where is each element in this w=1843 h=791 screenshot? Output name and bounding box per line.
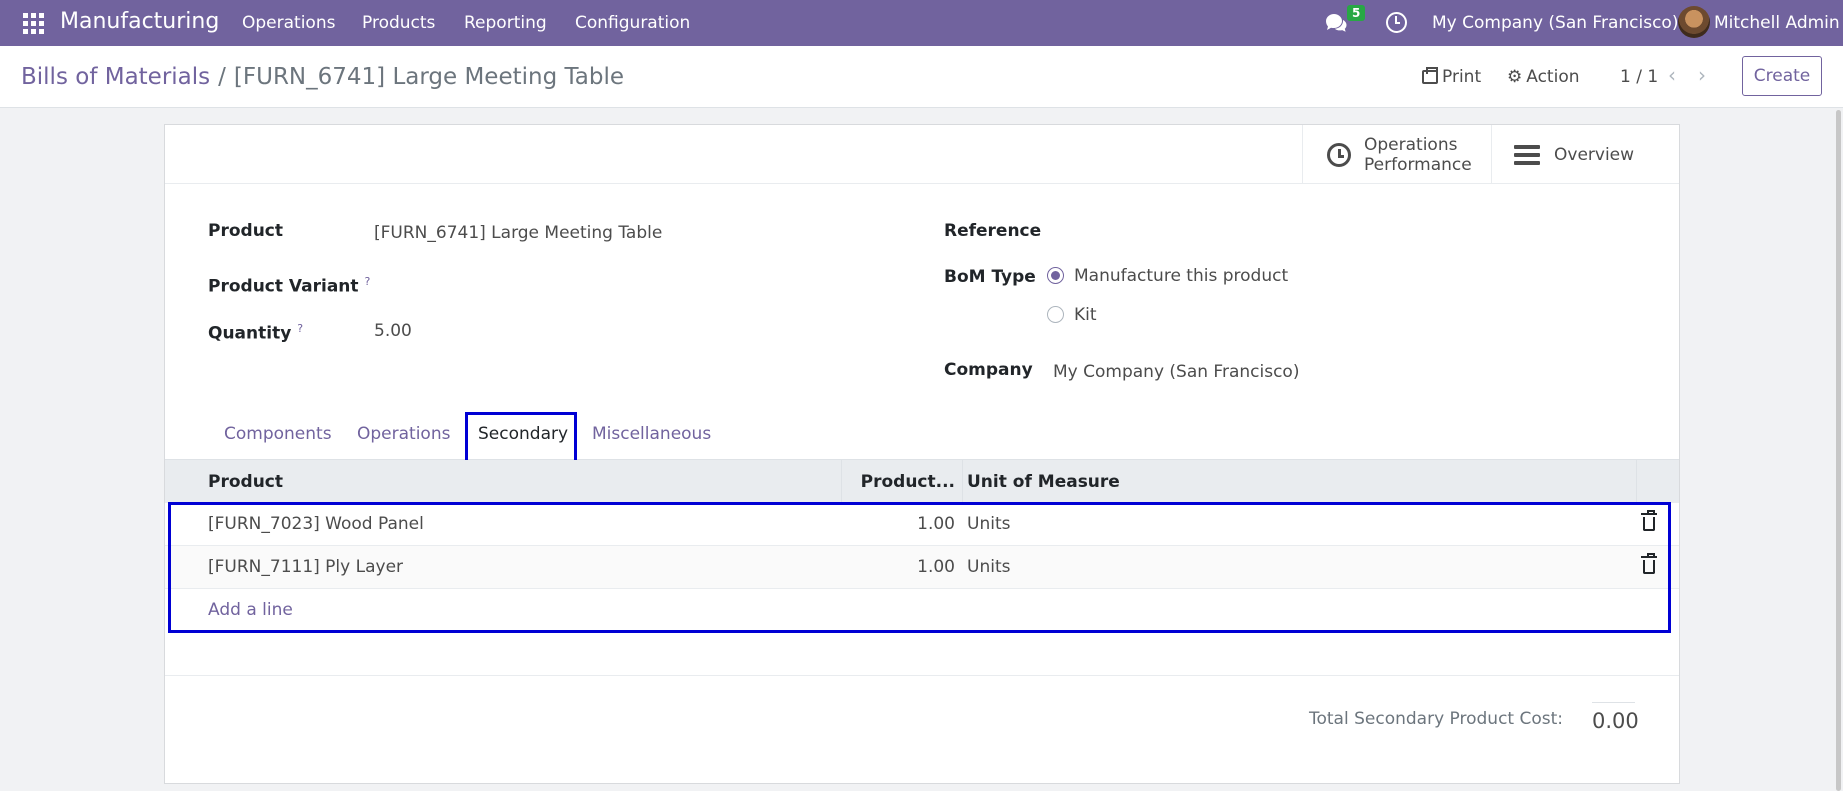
operations-performance-button[interactable]: Operations Performance — [1302, 125, 1491, 183]
menu-operations[interactable]: Operations — [242, 12, 335, 34]
overview-button[interactable]: Overview — [1491, 125, 1679, 183]
product-variant-field[interactable] — [374, 271, 874, 293]
column-header-uom[interactable]: Unit of Measure — [967, 471, 1120, 493]
bom-type-kit-radio[interactable] — [1047, 306, 1064, 323]
reference-label: Reference — [944, 221, 1042, 241]
total-cost-label: Total Secondary Product Cost: — [1309, 709, 1564, 729]
print-button[interactable]: Print — [1422, 66, 1481, 88]
control-panel: Bills of Materials / [FURN_6741] Large Mee… — [0, 46, 1843, 108]
active-tab-highlight — [465, 412, 577, 464]
print-label: Print — [1442, 67, 1482, 87]
help-icon[interactable]: ? — [297, 322, 303, 335]
tab-operations[interactable]: Operations — [357, 422, 450, 446]
chevron-left-icon[interactable]: ‹ — [1668, 64, 1676, 86]
gear-icon: ⚙ — [1507, 66, 1523, 87]
chevron-right-icon[interactable]: › — [1698, 64, 1706, 86]
breadcrumb-bills-of-materials[interactable]: Bills of Materials — [21, 64, 210, 90]
breadcrumb: Bills of Materials / [FURN_6741] Large Mee… — [21, 62, 624, 92]
bom-type-manufacture-radio[interactable] — [1047, 267, 1064, 284]
menu-products[interactable]: Products — [362, 12, 435, 34]
product-label: Product — [208, 221, 283, 241]
tab-components[interactable]: Components — [224, 422, 332, 446]
tab-miscellaneous[interactable]: Miscellaneous — [592, 422, 711, 446]
company-switcher[interactable]: My Company (San Francisco) — [1432, 12, 1678, 34]
scrollbar[interactable] — [1836, 110, 1841, 791]
menu-reporting[interactable]: Reporting — [464, 12, 547, 34]
menu-configuration[interactable]: Configuration — [575, 12, 690, 34]
user-menu[interactable]: Mitchell Admin — [1714, 12, 1840, 34]
company-field[interactable]: My Company (San Francisco) — [1053, 361, 1299, 383]
bom-type-manufacture-label[interactable]: Manufacture this product — [1074, 265, 1288, 287]
product-field[interactable]: [FURN_6741] Large Meeting Table — [374, 222, 662, 244]
totals-area: Total Secondary Product Cost: 0.00 — [165, 675, 1679, 783]
quantity-field[interactable]: 5.00 — [374, 320, 412, 342]
app-name[interactable]: Manufacturing — [60, 8, 219, 36]
breadcrumb-separator: / — [218, 64, 226, 90]
lines-highlight — [168, 502, 1671, 633]
form-sheet: Operations Performance Overview Product … — [164, 124, 1680, 784]
reference-field[interactable] — [1051, 220, 1631, 242]
top-navbar: Manufacturing Operations Products Report… — [0, 0, 1843, 46]
activity-clock-icon[interactable] — [1386, 12, 1407, 33]
product-variant-label: Product Variant ? — [208, 271, 370, 298]
product-variant-text: Product Variant — [208, 276, 359, 297]
bom-type-kit-label[interactable]: Kit — [1074, 304, 1097, 326]
column-header-quantity[interactable]: Product... — [841, 471, 955, 493]
total-divider — [1592, 702, 1635, 703]
bars-icon — [1514, 145, 1540, 165]
column-divider — [962, 460, 963, 503]
notebook-tabs: Components Operations Secondary Miscella… — [165, 410, 1679, 464]
chat-icon[interactable] — [1324, 12, 1348, 34]
operations-performance-label: Operations Performance — [1364, 135, 1472, 175]
total-cost-value: 0.00 — [1592, 709, 1639, 733]
pager-value[interactable]: 1 / 1 — [1620, 66, 1658, 88]
chat-badge: 5 — [1347, 5, 1366, 21]
column-header-product[interactable]: Product — [208, 471, 283, 493]
clock-icon — [1327, 143, 1351, 167]
action-button[interactable]: ⚙ Action — [1507, 66, 1580, 88]
avatar[interactable] — [1678, 6, 1710, 38]
quantity-text: Quantity — [208, 323, 292, 344]
action-label: Action — [1526, 67, 1580, 87]
apps-menu-icon[interactable] — [22, 12, 44, 34]
quantity-label: Quantity ? — [208, 318, 303, 345]
bom-type-label: BoM Type — [944, 267, 1036, 287]
breadcrumb-current: [FURN_6741] Large Meeting Table — [233, 64, 624, 90]
column-divider — [1636, 460, 1637, 503]
table-header: Product Product... Unit of Measure — [165, 460, 1679, 503]
help-icon[interactable]: ? — [364, 275, 370, 288]
company-label: Company — [944, 360, 1033, 380]
create-button[interactable]: Create — [1742, 56, 1822, 96]
overview-label: Overview — [1554, 145, 1635, 165]
smart-button-box: Operations Performance Overview — [165, 125, 1679, 184]
print-icon — [1422, 67, 1438, 84]
